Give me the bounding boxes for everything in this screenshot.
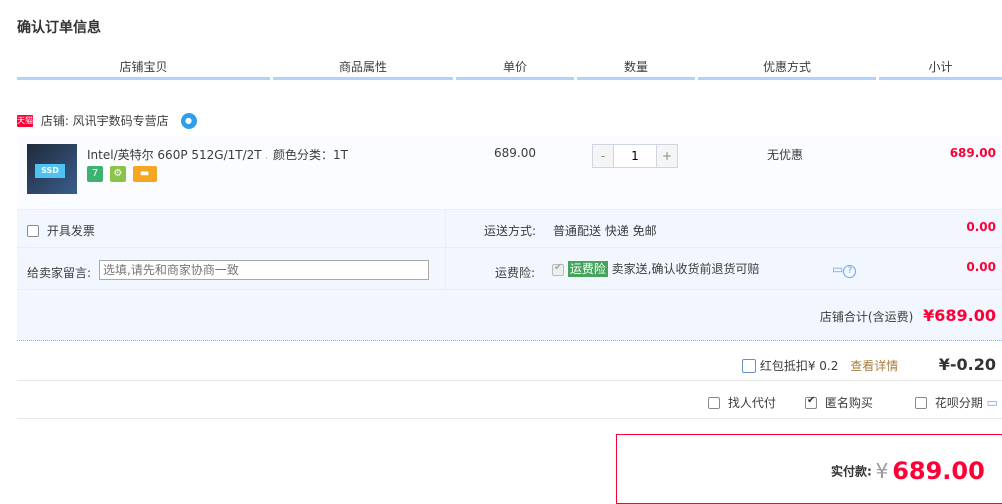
proxy-pay-checkbox[interactable]	[708, 396, 720, 409]
invoice-label: 开具发票	[46, 224, 95, 238]
shop-name-link[interactable]: 店铺: 风讯宇数码专营店	[41, 114, 169, 128]
red-packet-label: 红包抵扣¥ 0.2	[759, 359, 839, 373]
page-title: 确认订单信息	[17, 20, 101, 36]
shop-total: 店铺合计(含运费) ¥689.00	[820, 306, 996, 325]
item-row: SSD Intel/英特尔 660P 512G/1T/2T ... 7 ⚙ ▬ …	[17, 136, 1002, 210]
message-label: 给卖家留言:	[27, 266, 92, 280]
payment-label: 实付款:	[831, 464, 872, 479]
installment-checkbox[interactable]	[915, 396, 927, 409]
quantity-stepper: - +	[592, 144, 678, 168]
insurance-option: 运费险 卖家送,确认收货前退货可赔	[552, 260, 760, 277]
shop-total-label: 店铺合计(含运费)	[819, 310, 914, 324]
divider	[17, 418, 1002, 419]
shipping-method: 普通配送 快递 免邮	[553, 224, 657, 238]
insurance-checkbox	[552, 262, 564, 276]
table-header: 店铺宝贝 商品属性 单价 数量 优惠方式 小计	[17, 58, 1002, 80]
seven-day-return-icon[interactable]: 7	[87, 166, 103, 182]
product-thumbnail[interactable]: SSD	[27, 144, 77, 194]
column-divider	[445, 210, 446, 290]
red-packet-checkbox[interactable]	[742, 358, 756, 373]
insurance-text: 卖家送,确认收货前退货可赔	[611, 262, 760, 276]
installment-option[interactable]: 花呗分期 ▭	[915, 394, 998, 411]
invoice-option[interactable]: 开具发票	[27, 222, 95, 239]
shop-info: 天猫 店铺: 风讯宇数码专营店 ●	[17, 111, 197, 129]
header-quantity: 数量	[577, 58, 695, 80]
divider	[17, 380, 1002, 381]
unit-price: 689.00	[494, 146, 536, 160]
item-subtotal: 689.00	[949, 146, 996, 160]
header-promotion: 优惠方式	[698, 58, 876, 80]
anonymous-label: 匿名购买	[824, 396, 873, 410]
header-shop-item: 店铺宝贝	[17, 58, 270, 80]
anonymous-option[interactable]: 匿名购买	[805, 394, 873, 411]
shop-total-value: ¥689.00	[923, 306, 996, 325]
insurance-help-icons[interactable]: ▭?	[832, 262, 857, 278]
order-panel: SSD Intel/英特尔 660P 512G/1T/2T ... 7 ⚙ ▬ …	[17, 136, 1002, 341]
credit-card-icon[interactable]: ▬	[132, 166, 157, 182]
proxy-pay-option[interactable]: 找人代付	[708, 394, 776, 411]
red-packet-amount: ¥-0.20	[938, 355, 996, 374]
thumbnail-label: SSD	[35, 164, 65, 178]
header-unit-price: 单价	[456, 58, 574, 80]
chat-bubble-icon[interactable]: ▭	[832, 262, 843, 276]
seller-message-input[interactable]	[99, 260, 429, 280]
red-packet-row: 红包抵扣¥ 0.2 查看详情	[742, 357, 898, 374]
header-subtotal: 小计	[879, 58, 1002, 80]
red-packet-detail-link[interactable]: 查看详情	[850, 359, 898, 373]
insurance-label: 运费险:	[495, 266, 536, 280]
product-attribute: 颜色分类：1T	[273, 148, 348, 162]
tmall-icon: 天猫	[17, 114, 33, 127]
promotion-value: 无优惠	[767, 148, 804, 162]
installment-label: 花呗分期	[934, 396, 983, 410]
installment-info-icon[interactable]: ▭	[987, 396, 998, 410]
invoice-shipping-row: 开具发票 运送方式: 普通配送 快递 免邮 0.00	[17, 210, 1002, 248]
product-title-link[interactable]: Intel/英特尔 660P 512G/1T/2T ...	[87, 146, 267, 163]
invoice-checkbox[interactable]	[27, 224, 39, 237]
qty-plus-button[interactable]: +	[657, 145, 677, 167]
header-attributes: 商品属性	[273, 58, 453, 80]
shipping-label: 运送方式:	[484, 224, 537, 238]
shipping-amount: 0.00	[966, 220, 996, 234]
quantity-input[interactable]	[613, 145, 657, 167]
payment-amount: 689.00	[892, 457, 985, 485]
payment-currency: ¥	[875, 459, 889, 483]
proxy-pay-label: 找人代付	[727, 396, 776, 410]
warranty-icon[interactable]: ⚙	[109, 166, 126, 182]
qty-minus-button[interactable]: -	[593, 145, 613, 167]
message-insurance-row: 给卖家留言: 运费险: 运费险 卖家送,确认收货前退货可赔 ▭? 0.00	[17, 248, 1002, 290]
insurance-tag: 运费险	[567, 261, 608, 277]
payment-total: 实付款: ¥ 689.00	[831, 457, 985, 485]
wangwang-chat-icon[interactable]: ●	[180, 112, 197, 129]
help-icon[interactable]: ?	[843, 265, 857, 278]
anonymous-checkbox[interactable]	[805, 395, 817, 409]
insurance-amount: 0.00	[966, 260, 996, 274]
service-icons: 7 ⚙ ▬	[87, 166, 160, 182]
